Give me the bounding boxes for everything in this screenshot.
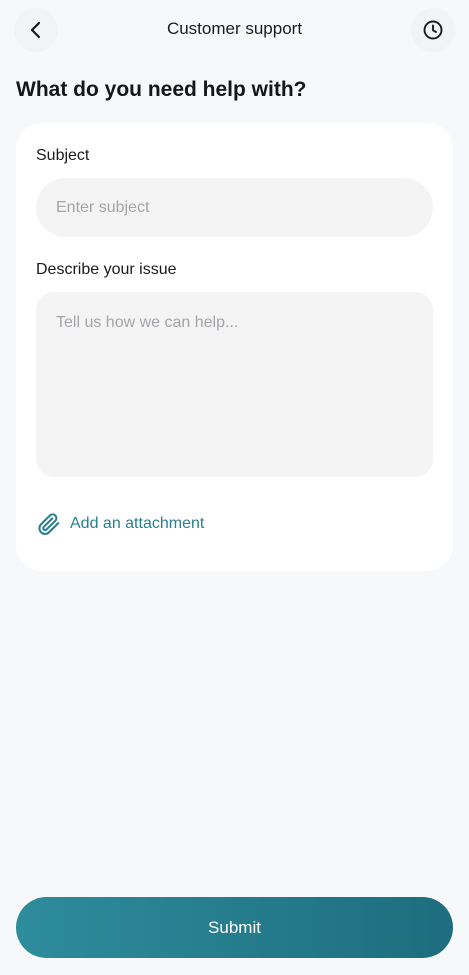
issue-label: Describe your issue bbox=[36, 261, 177, 278]
support-form-card: Subject Describe your issue Add an attac… bbox=[16, 123, 453, 571]
subject-label: Subject bbox=[36, 147, 90, 164]
paperclip-icon bbox=[36, 511, 62, 537]
issue-textarea[interactable] bbox=[36, 292, 433, 477]
subject-input[interactable] bbox=[36, 178, 433, 237]
clock-icon bbox=[423, 20, 443, 40]
submit-button[interactable]: Submit bbox=[16, 897, 453, 958]
header-title: Customer support bbox=[166, 19, 303, 38]
add-attachment-button[interactable]: Add an attachment bbox=[36, 511, 204, 537]
history-button[interactable] bbox=[411, 8, 455, 52]
add-attachment-label: Add an attachment bbox=[70, 515, 205, 532]
page-title: What do you need help with? bbox=[16, 78, 307, 101]
app-header: Customer support bbox=[0, 0, 469, 60]
